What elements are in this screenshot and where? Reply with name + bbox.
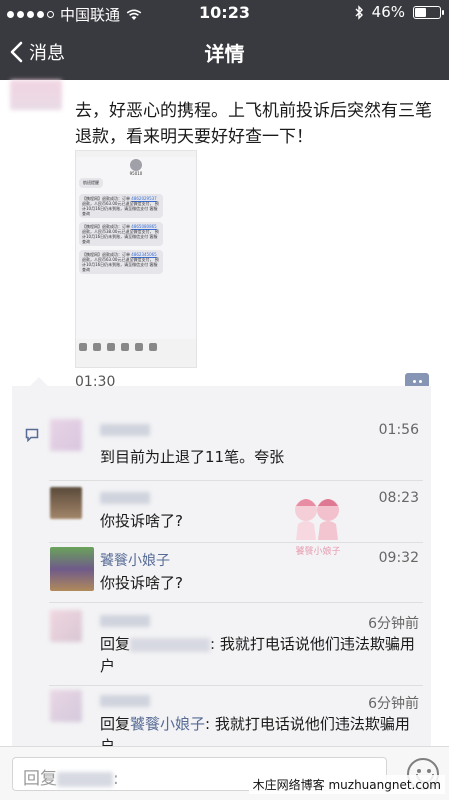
avatar[interactable]: [50, 487, 82, 519]
divider: [49, 480, 423, 481]
battery-fill: [415, 7, 427, 17]
blurred-name: [57, 771, 113, 787]
avatar[interactable]: [10, 80, 62, 110]
blurred-name: [100, 695, 150, 707]
app-icon: [135, 343, 143, 351]
site-watermark: 木庄网络博客 muzhuangnet.com: [248, 775, 445, 794]
comment-author[interactable]: [100, 422, 150, 438]
blurred-name: [100, 424, 150, 436]
reply-prefix: 回复: [100, 715, 131, 733]
svg-text:饕餮小娘子: 饕餮小娘子: [295, 545, 340, 557]
comment-text: 到目前为止退了11笔。夸张: [100, 448, 285, 466]
sms-bubble: 【携程网】退款成功：订单 4862029537 退款，人民币63.00元已退至微…: [79, 194, 163, 218]
comment-item[interactable]: 6分钟前 回复饕餮小娘子: 我就打电话说他们违法欺骗用户: [49, 690, 423, 755]
battery-percent: 46%: [371, 3, 405, 21]
comment-author[interactable]: [100, 613, 150, 629]
reply-to-name[interactable]: [130, 637, 211, 652]
app-icon: [121, 343, 129, 351]
appstore-icon: [93, 343, 101, 351]
sms-bubble: 【携程网】退款成功：订单 4865080865 退款，人民币38.00元已退至微…: [79, 222, 163, 246]
divider: [49, 602, 423, 603]
comment-time: 6分钟前: [368, 696, 419, 712]
sms-bubble: 【携程网】退款成功：订单 4862345065 退款，人民币63.00元已退至微…: [79, 250, 163, 274]
reply-placeholder: 回复: [23, 769, 57, 789]
battery-icon: [413, 5, 444, 19]
doll-watermark-icon: 饕餮小娘子: [295, 499, 341, 557]
blurred-name: [100, 492, 150, 504]
comment-item[interactable]: 08:23 你投诉啥了?: [49, 487, 423, 543]
comment-text: 回复: 我就打电话说他们违法欺骗用户: [100, 633, 420, 677]
comment-item[interactable]: 6分钟前 回复: 我就打电话说他们违法欺骗用户: [49, 610, 423, 686]
comment-item[interactable]: 01:56 到目前为止退了11笔。夸张: [49, 419, 423, 481]
divider: [49, 542, 423, 543]
divider: [49, 685, 423, 686]
comment-item[interactable]: 饕餮小娘子 09:32 你投诉啥了?: [49, 547, 423, 603]
page-title: 详情: [204, 42, 245, 66]
contact-avatar-icon: [130, 159, 142, 171]
avatar[interactable]: [50, 419, 82, 451]
image-status-bar: [76, 151, 196, 157]
comment-time: 6分钟前: [368, 616, 419, 632]
reply-placeholder-colon: :: [113, 769, 119, 789]
avatar[interactable]: [50, 690, 82, 722]
image-contact: 95010: [76, 159, 196, 176]
music-icon: [107, 343, 115, 351]
comment-time: 09:32: [378, 550, 419, 566]
comment-time: 01:56: [378, 422, 419, 438]
comment-time: 08:23: [378, 490, 419, 506]
bluetooth-icon: [355, 4, 363, 20]
comment-bubble-icon: [25, 428, 39, 442]
comment-author[interactable]: 饕餮小娘子: [100, 550, 170, 570]
status-right: 46%: [355, 3, 444, 21]
avatar[interactable]: [50, 610, 82, 642]
comment-text: 你投诉啥了?: [100, 512, 183, 530]
reply-to-name[interactable]: 饕餮小娘子: [130, 715, 205, 733]
image-contact-number: 95010: [129, 171, 143, 176]
reply-bar: 回复: 木庄网络博客 muzhuangnet.com: [0, 746, 449, 800]
avatar[interactable]: [50, 547, 94, 591]
comment-author[interactable]: [100, 490, 150, 506]
reply-prefix: 回复: [100, 635, 131, 653]
post-image[interactable]: 95010 航班提醒 【携程网】退款成功：订单 4862029537 退款，人民…: [75, 150, 197, 368]
image-gray-bubble: 航班提醒: [79, 178, 103, 188]
post-text: 去，好恶心的携程。上飞机前投诉后突然有三笔退款，看来明天要好好查一下！: [75, 101, 432, 147]
blurred-name: [100, 615, 150, 627]
nav-bar: 中国联通 10:23 46% 消息 详情: [0, 0, 449, 80]
comment-text: 你投诉啥了?: [100, 574, 183, 592]
camera-icon: [79, 343, 87, 351]
comment-author[interactable]: [100, 693, 150, 709]
status-bar: 中国联通 10:23 46%: [0, 0, 449, 26]
comments-section: 01:56 到目前为止退了11笔。夸张 08:23 你投诉啥了? 饕餮小娘子 0…: [12, 377, 431, 755]
app-icon: [149, 343, 157, 351]
image-app-dock: [76, 339, 196, 367]
